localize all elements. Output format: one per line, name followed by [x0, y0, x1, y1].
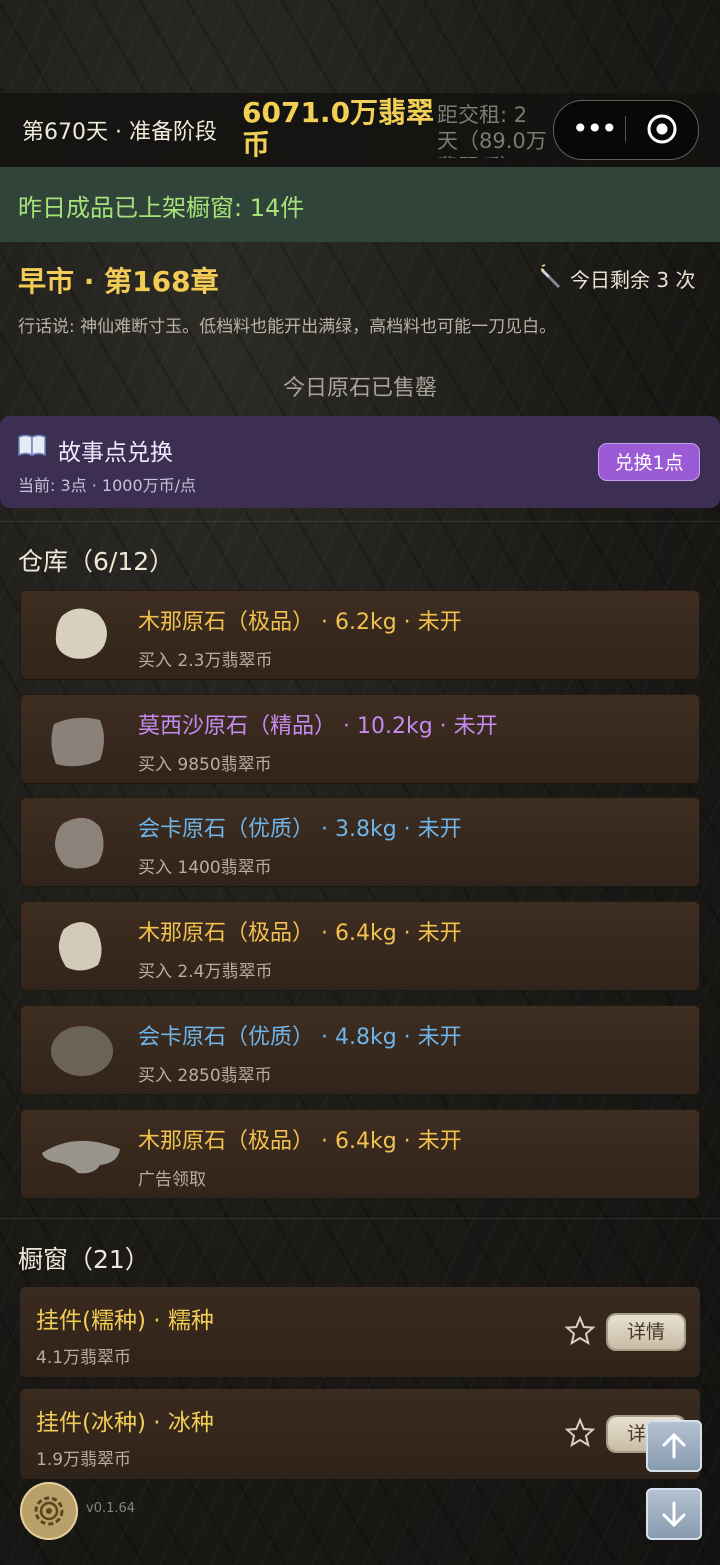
warehouse-item[interactable]: 木那原石（极品） · 6.4kg · 未开 买入 2.4万翡翠币 [20, 901, 700, 991]
more-icon[interactable]: ••• [572, 110, 618, 148]
item-price: 买入 2.4万翡翠币 [138, 962, 273, 982]
arrow-down-icon [662, 1501, 686, 1528]
stone-icon [55, 608, 107, 659]
item-title: 会卡原石（优质） · 4.8kg · 未开 [138, 1025, 462, 1050]
item-title: 会卡原石（优质） · 3.8kg · 未开 [138, 817, 462, 842]
book-icon [18, 434, 46, 456]
story-exchange-title: 故事点兑换 [58, 440, 173, 466]
showcase-item-title: 挂件(糯种) · 糯种 [36, 1308, 214, 1334]
showcase-title: 橱窗（21） [18, 1245, 150, 1274]
market-title: 早市 · 第168章 [18, 265, 219, 298]
story-exchange-rate: 当前: 3点 · 1000万币/点 [18, 476, 197, 495]
flashlight-icon [540, 264, 560, 288]
capsule-divider [625, 116, 626, 142]
warehouse-item[interactable]: 木那原石（极品） · 6.2kg · 未开 买入 2.3万翡翠币 [20, 590, 700, 680]
exchange-button[interactable]: 兑换1点 [598, 443, 700, 481]
rent-countdown: 距交租: 2天（89.0万翡翠币） [437, 103, 547, 158]
settings-button[interactable] [20, 1482, 78, 1540]
item-price: 买入 2.3万翡翠币 [138, 651, 273, 671]
showcase-item-price: 4.1万翡翠币 [36, 1348, 132, 1368]
coin-balance: 6071.0万翡翠币 [242, 96, 435, 161]
stone-icon [51, 717, 104, 767]
gear-icon [34, 1496, 64, 1526]
stone-icon [58, 922, 102, 971]
item-price: 买入 9850翡翠币 [138, 755, 272, 775]
section-divider [0, 1218, 720, 1219]
sold-out-text: 今日原石已售罄 [282, 376, 437, 401]
notice-text: 昨日成品已上架橱窗: 14件 [18, 194, 305, 222]
warehouse-item[interactable]: 木那原石（极品） · 6.4kg · 未开 广告领取 [20, 1109, 700, 1199]
warehouse-item[interactable]: 会卡原石（优质） · 3.8kg · 未开 买入 1400翡翠币 [20, 797, 700, 887]
item-title: 木那原石（极品） · 6.4kg · 未开 [138, 1129, 462, 1154]
star-icon[interactable] [564, 1417, 596, 1449]
scroll-down-button[interactable] [646, 1488, 702, 1540]
detail-button[interactable]: 详情 [608, 1315, 684, 1349]
stone-icon [55, 817, 104, 869]
item-title: 莫西沙原石（精品） · 10.2kg · 未开 [138, 714, 498, 739]
showcase-item-title: 挂件(冰种) · 冰种 [36, 1410, 214, 1436]
star-icon[interactable] [564, 1315, 596, 1347]
close-icon[interactable] [646, 113, 678, 145]
remaining-count: 今日剩余 3 次 [570, 268, 696, 292]
showcase-item[interactable]: 挂件(冰种) · 冰种 1.9万翡翠币 详情 [20, 1389, 700, 1479]
warehouse-item[interactable]: 会卡原石（优质） · 4.8kg · 未开 买入 2850翡翠币 [20, 1005, 700, 1095]
scroll-up-button[interactable] [646, 1420, 702, 1472]
item-price: 买入 1400翡翠币 [138, 858, 272, 878]
version-label: v0.1.64 [86, 1501, 136, 1516]
arrow-up-icon [662, 1432, 686, 1459]
stone-icon [42, 1140, 120, 1174]
showcase-item[interactable]: 挂件(糯种) · 糯种 4.1万翡翠币 详情 [20, 1287, 700, 1377]
item-title: 木那原石（极品） · 6.4kg · 未开 [138, 921, 462, 946]
item-title: 木那原石（极品） · 6.2kg · 未开 [138, 610, 462, 635]
market-saying: 行话说: 神仙难断寸玉。低档料也能开出满绿，高档料也可能一刀见白。 [18, 317, 557, 337]
showcase-item-price: 1.9万翡翠币 [36, 1450, 132, 1470]
section-divider [0, 521, 720, 522]
day-stage-label: 第670天 · 准备阶段 [22, 120, 217, 145]
item-price: 买入 2850翡翠币 [138, 1066, 272, 1086]
warehouse-title: 仓库（6/12） [18, 547, 175, 576]
item-source: 广告领取 [138, 1170, 206, 1190]
warehouse-item[interactable]: 莫西沙原石（精品） · 10.2kg · 未开 买入 9850翡翠币 [20, 694, 700, 784]
stone-icon [51, 1026, 113, 1076]
